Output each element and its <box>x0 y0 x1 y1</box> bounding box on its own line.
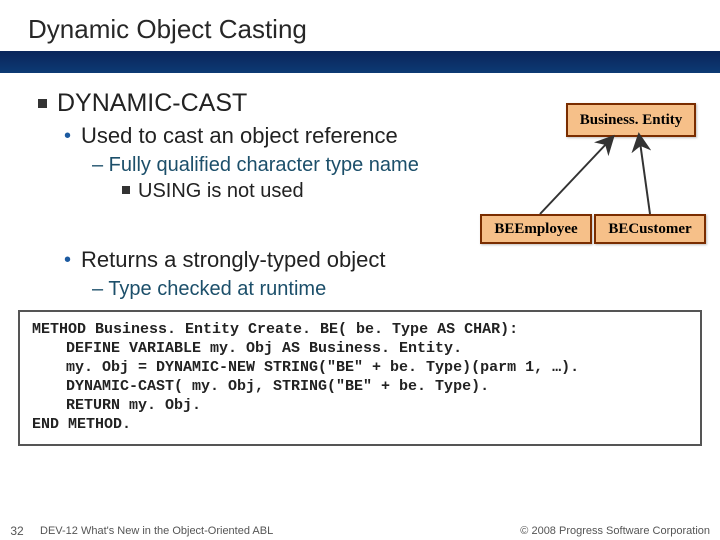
code-line: DYNAMIC-CAST( my. Obj, STRING("BE" + be.… <box>32 377 688 396</box>
bullet-main: DYNAMIC-CAST <box>57 89 247 118</box>
footer: 32 DEV-12 What's New in the Object-Orien… <box>0 524 720 538</box>
page-number: 32 <box>6 524 28 538</box>
bullet-square-icon <box>38 99 47 108</box>
diagram-box-business-entity: Business. Entity <box>566 103 696 137</box>
bullet-dash2: – Type checked at runtime <box>92 276 682 302</box>
diagram-box-becustomer: BECustomer <box>594 214 706 244</box>
title-bar: Dynamic Object Casting <box>0 0 720 51</box>
diagram-box-beemployee: BEEmployee <box>480 214 592 244</box>
bullet-inner1: USING is not used <box>138 178 304 204</box>
bullet-dot-icon: • <box>64 246 71 274</box>
copyright: © 2008 Progress Software Corporation <box>520 525 710 537</box>
code-line: END METHOD. <box>32 415 688 434</box>
bullet-dot-icon: • <box>64 122 71 150</box>
code-line: my. Obj = DYNAMIC-NEW STRING("BE" + be. … <box>32 358 688 377</box>
code-line: DEFINE VARIABLE my. Obj AS Business. Ent… <box>32 339 688 358</box>
code-line: METHOD Business. Entity Create. BE( be. … <box>32 320 688 339</box>
slide-title: Dynamic Object Casting <box>28 14 692 45</box>
bullet-dash1: – Fully qualified character type name <box>92 152 682 178</box>
bullet-sub2: Returns a strongly-typed object <box>81 246 386 274</box>
bullet-sub1: Used to cast an object reference <box>81 122 398 150</box>
bullet-square-icon <box>122 186 130 194</box>
code-block: METHOD Business. Entity Create. BE( be. … <box>18 310 702 446</box>
session-label: DEV-12 What's New in the Object-Oriented… <box>40 525 273 537</box>
code-line: RETURN my. Obj. <box>32 396 688 415</box>
header-band <box>0 51 720 73</box>
